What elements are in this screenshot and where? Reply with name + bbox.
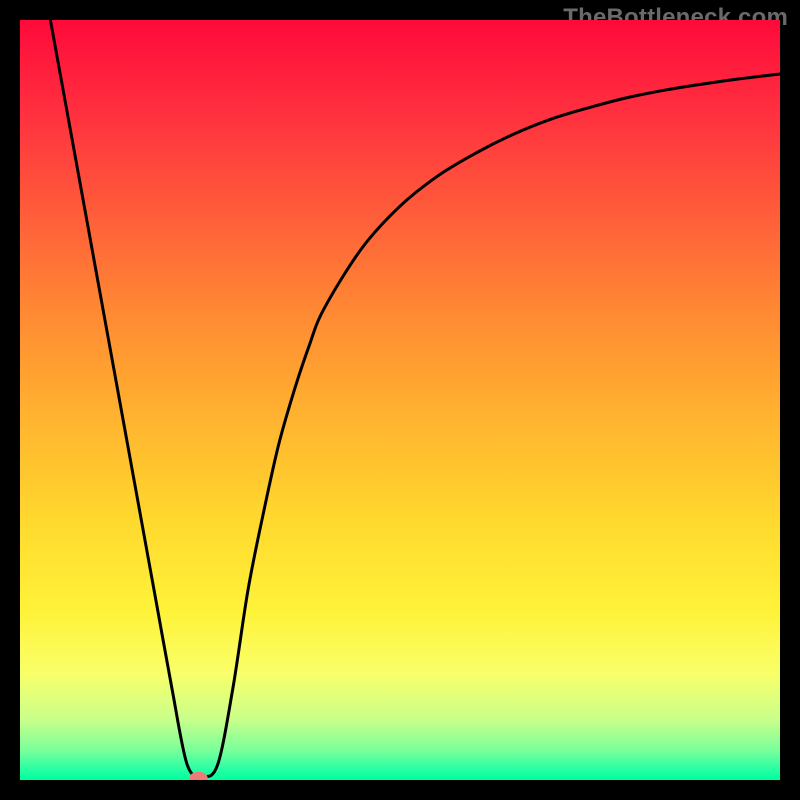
plot-area (20, 20, 780, 780)
curve-svg (20, 20, 780, 780)
bottleneck-curve (50, 20, 780, 776)
chart-container: TheBottleneck.com (0, 0, 800, 800)
